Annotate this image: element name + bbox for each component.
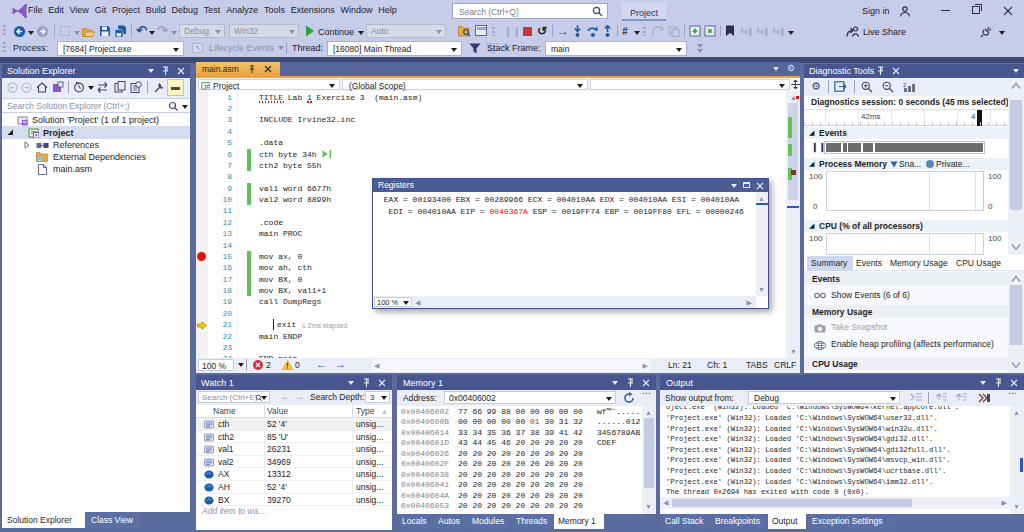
svg-text:2: 2 [903,82,907,88]
